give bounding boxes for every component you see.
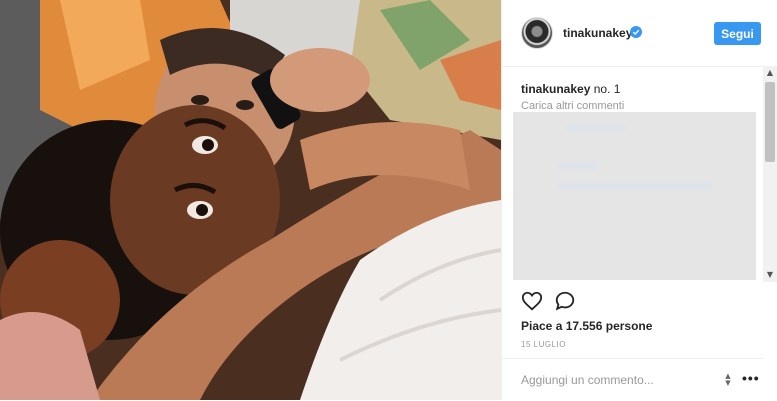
scroll-down-arrow-icon[interactable]: ▼ [763,268,777,282]
comments-list [513,112,756,280]
post-photo[interactable] [0,0,501,400]
like-count[interactable]: Piace a 17.556 persone [521,319,652,333]
avatar[interactable] [521,17,553,49]
post-header: tinakunakey Segui [502,0,764,67]
obscured-comment [566,124,626,132]
comment-input[interactable] [521,371,706,389]
scroll-thumb[interactable] [765,82,775,162]
comments-scrollbar[interactable]: ▲ ▼ [763,66,777,282]
load-more-comments-link[interactable]: Carica altri commenti [521,100,624,112]
ellipsis-icon[interactable]: ••• [742,370,760,386]
comment-bar: ▲▼ ••• [502,358,764,401]
username-link[interactable]: tinakunakey [563,26,632,40]
verified-badge-icon [630,26,642,38]
caption-username[interactable]: tinakunakey [521,82,590,96]
obscured-comment [558,162,598,170]
resize-spinner-icon[interactable]: ▲ ▼ [723,373,733,387]
post-date[interactable]: 15 LUGLIO [521,340,566,349]
caption: tinakunakey no. 1 [521,82,620,96]
obscured-comment [558,182,713,190]
follow-button[interactable]: Segui [714,22,761,45]
heart-icon[interactable] [521,290,543,312]
speech-bubble-icon[interactable] [554,290,576,312]
post-side-panel: tinakunakey Segui tinakunakey no. 1 Cari… [501,0,764,400]
caption-text: no. 1 [593,82,621,96]
scroll-up-arrow-icon[interactable]: ▲ [763,66,777,80]
